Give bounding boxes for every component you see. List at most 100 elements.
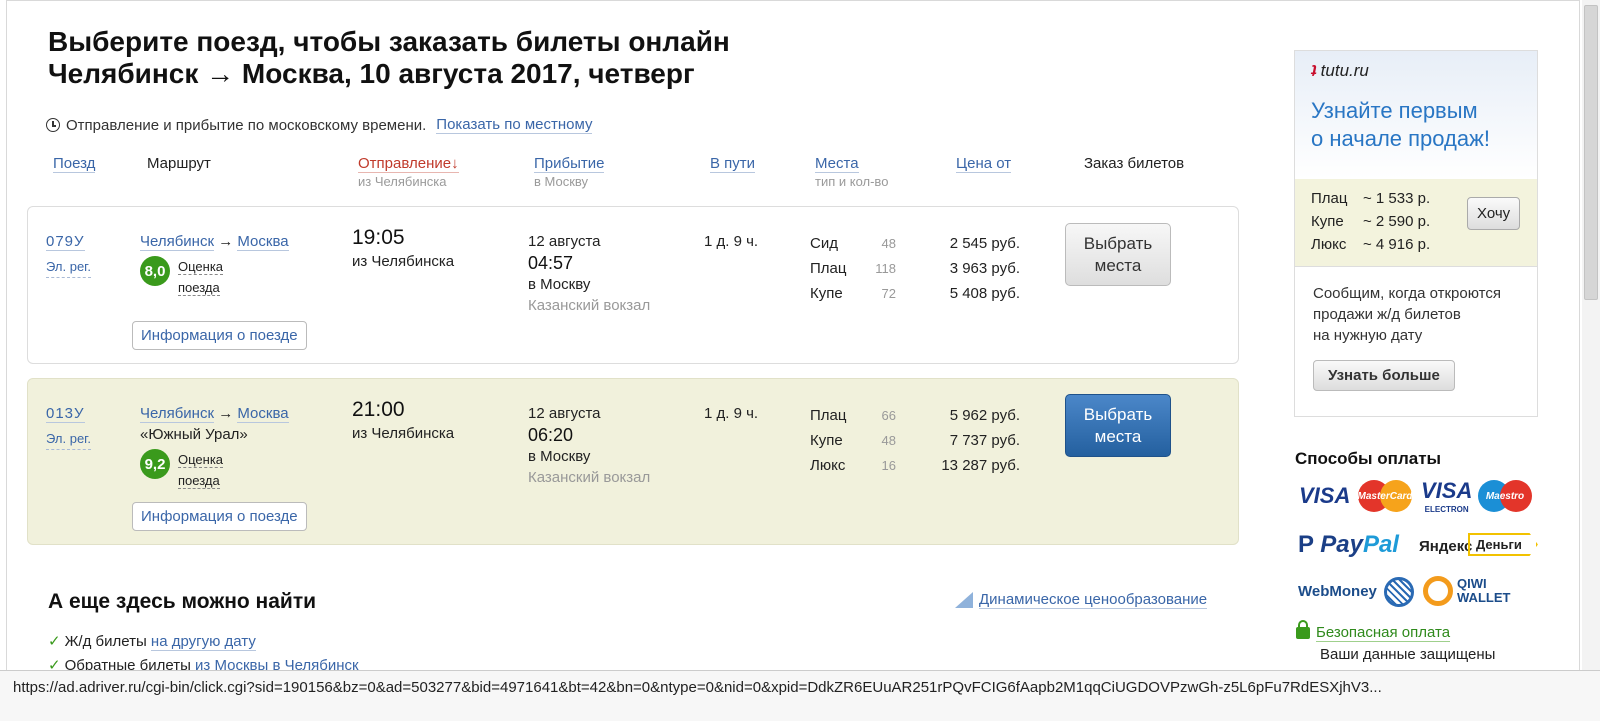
want-button[interactable]: Хочу — [1467, 197, 1521, 230]
other-date-link[interactable]: на другую дату — [150, 633, 256, 651]
secure-payment-link[interactable]: Безопасная оплата — [1316, 624, 1451, 642]
main-content: Выберите поезд, чтобы заказать билеты он… — [0, 0, 1290, 690]
arrival-time: 06:20 — [528, 425, 574, 445]
route-from-link[interactable]: Челябинск — [140, 233, 215, 251]
also-title: А еще здесь можно найти — [48, 590, 317, 613]
seat-row: Люкс 16 — [810, 457, 896, 474]
select-seats-button[interactable]: Выбрать места — [1065, 394, 1171, 457]
paypal-logo: P PayPal — [1298, 531, 1399, 558]
departure-time: 19:05 — [352, 226, 405, 249]
train-number-link[interactable]: 079У — [46, 233, 85, 251]
prices-cell: 5 962 руб. 7 737 руб. 13 287 руб. — [908, 403, 1020, 478]
ad-headline: Узнайте первым о начале продаж! — [1311, 98, 1490, 151]
arrival-to: в Москву — [528, 276, 591, 293]
learn-more-button[interactable]: Узнать больше — [1313, 360, 1455, 391]
train-type[interactable]: Эл. рег. — [46, 256, 91, 278]
check-icon: ✓ — [48, 633, 61, 650]
train-type[interactable]: Эл. рег. — [46, 428, 91, 450]
seat-row: Купе 48 — [810, 432, 896, 449]
seat-row: Сид 48 — [810, 235, 896, 252]
train-rating[interactable]: 8,0 Оценка поезда — [140, 256, 289, 298]
arrival-sub: в Москву — [534, 174, 589, 189]
col-header-departure[interactable]: Отправление↓ из Челябинска — [358, 155, 459, 189]
status-url: https://ad.adriver.ru/cgi-bin/click.cgi?… — [13, 679, 1382, 696]
departure-from: из Челябинска — [352, 253, 455, 270]
select-seats-button[interactable]: Выбрать места — [1065, 223, 1171, 286]
yandex-logo: Яндекс — [1419, 538, 1473, 555]
train-info-button[interactable]: Информация о поезде — [132, 502, 307, 531]
payment-title: Способы оплаты — [1295, 449, 1442, 468]
departure-sub: из Челябинска — [358, 174, 447, 189]
route-to-link[interactable]: Москва — [237, 405, 289, 423]
sort-arrival-link[interactable]: Прибытие — [534, 155, 605, 173]
secure-text: Ваши данные защищены — [1320, 646, 1496, 663]
list-item: ✓ Ж/д билеты на другую дату — [48, 633, 256, 651]
qiwi-icon — [1423, 576, 1453, 606]
route-cell: Челябинск → Москва «Южный Урал» 9,2 Оцен… — [140, 403, 289, 491]
travel-time: 1 д. 9 ч. — [704, 405, 759, 422]
train-number-cell: 013У Эл. рег. — [46, 403, 91, 450]
arrival-time: 04:57 — [528, 253, 574, 273]
col-header-booking: Заказ билетов — [1084, 155, 1185, 172]
seat-price: 5 962 руб. — [949, 407, 1020, 424]
route-to-link[interactable]: Москва — [237, 233, 289, 251]
col-header-seats[interactable]: Места тип и кол-во — [815, 155, 888, 189]
col-header-arrival[interactable]: Прибытие в Москву — [534, 155, 605, 189]
departure-cell: 21:00 из Челябинска — [352, 397, 454, 444]
arrival-date: 12 августа — [528, 405, 601, 422]
ad-price-row: Люкс ~ 4 916 р. — [1311, 236, 1431, 253]
departure-from: из Челябинска — [352, 425, 455, 442]
sort-departure-link[interactable]: Отправление↓ — [358, 155, 459, 173]
seat-price: 3 963 руб. — [949, 260, 1020, 277]
arrival-date: 12 августа — [528, 233, 601, 250]
train-card: 079У Эл. рег. Челябинск → Москва 8,0 Оце… — [27, 206, 1239, 364]
train-card: 013У Эл. рег. Челябинск → Москва «Южный … — [27, 378, 1239, 545]
seat-price: 13 287 руб. — [941, 457, 1020, 474]
qiwi-logo: QIWI WALLET — [1423, 576, 1510, 606]
arrival-to: в Москву — [528, 448, 591, 465]
maestro-logo: Maestro — [1478, 480, 1532, 512]
train-info-button[interactable]: Информация о поезде — [132, 321, 307, 350]
visa-logo: VISA — [1299, 483, 1351, 508]
tutu-logo-icon: ʇ — [1311, 61, 1317, 80]
seat-price: 2 545 руб. — [949, 235, 1020, 252]
seat-row: Купе 72 — [810, 285, 896, 302]
arrival-station: Казанский вокзал — [528, 469, 651, 486]
departure-time: 21:00 — [352, 398, 405, 421]
sort-seats-link[interactable]: Места — [815, 155, 859, 173]
departure-cell: 19:05 из Челябинска — [352, 225, 454, 272]
route-from-link[interactable]: Челябинск — [140, 405, 215, 423]
sort-price-link[interactable]: Цена от — [956, 155, 1012, 173]
seats-cell: Плац 66 Купе 48 Люкс 16 — [810, 403, 896, 478]
lock-icon — [1296, 620, 1310, 640]
sort-travel-link[interactable]: В пути — [710, 155, 756, 173]
dynamic-pricing[interactable]: Динамическое ценообразование — [955, 591, 1208, 609]
sort-train-link[interactable]: Поезд — [53, 155, 96, 173]
rating-label[interactable]: Оценка поезда — [178, 256, 224, 298]
rating-label[interactable]: Оценка поезда — [178, 449, 224, 491]
show-local-time-link[interactable]: Показать по местному — [436, 116, 593, 134]
scrollbar-thumb[interactable] — [1584, 5, 1598, 300]
arrival-cell: 12 августа 06:20 в Москву Казанский вокз… — [528, 403, 650, 488]
seats-sub: тип и кол-во — [815, 174, 889, 189]
vertical-scrollbar[interactable] — [1582, 0, 1600, 690]
ad-top: ʇ tutu.ru Узнайте первым о начале продаж! — [1295, 51, 1537, 179]
tutu-ad-banner[interactable]: ʇ tutu.ru Узнайте первым о начале продаж! … — [1294, 50, 1538, 417]
train-rating[interactable]: 9,2 Оценка поезда — [140, 449, 289, 491]
page-title-line-1: Выберите поезд, чтобы заказать билеты он… — [48, 26, 730, 57]
train-name: «Южный Урал» — [140, 426, 248, 443]
train-number-link[interactable]: 013У — [46, 405, 85, 423]
col-header-train[interactable]: Поезд — [53, 155, 96, 173]
route-cell: Челябинск → Москва 8,0 Оценка поезда — [140, 231, 289, 298]
col-header-price[interactable]: Цена от — [956, 155, 1012, 173]
route-arrow: → — [218, 405, 234, 422]
col-header-travel[interactable]: В пути — [710, 155, 756, 173]
prices-cell: 2 545 руб. 3 963 руб. 5 408 руб. — [908, 231, 1020, 306]
secure-payment: Безопасная оплата Ваши данные защищены — [1296, 620, 1496, 666]
route-arrow: → — [218, 233, 234, 250]
browser-status-bar: https://ad.adriver.ru/cgi-bin/click.cgi?… — [0, 670, 1600, 721]
rating-badge: 9,2 — [140, 449, 170, 479]
arrival-cell: 12 августа 04:57 в Москву Казанский вокз… — [528, 231, 650, 316]
mastercard-logo: MasterCard — [1357, 480, 1413, 512]
dynamic-pricing-link[interactable]: Динамическое ценообразование — [979, 591, 1208, 609]
